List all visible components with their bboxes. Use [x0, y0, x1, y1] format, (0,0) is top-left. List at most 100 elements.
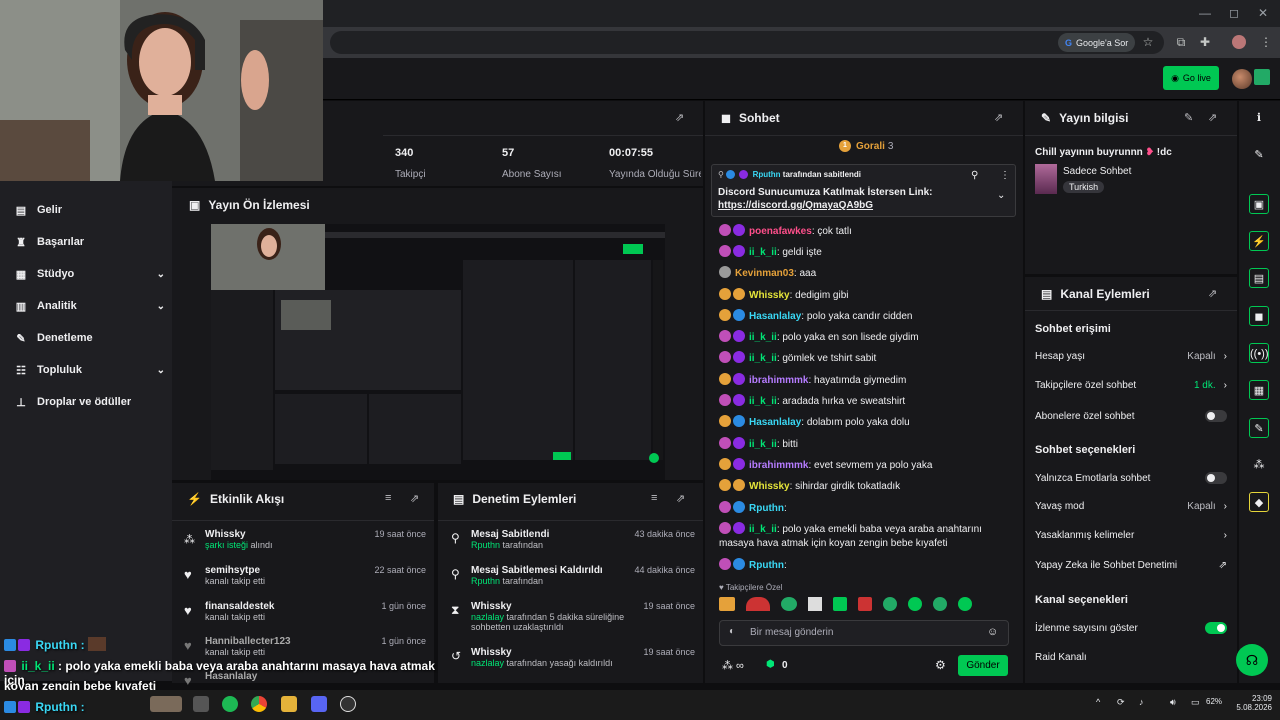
emote-icon[interactable] [908, 597, 922, 611]
stream-tag[interactable]: Turkish [1063, 181, 1105, 193]
moderation-item[interactable]: ↺ Whissky nazlalay tarafından yasağı kal… [438, 645, 703, 677]
chat-message[interactable]: ii_k_ii: polo yaka en son lisede giydim [719, 330, 1009, 345]
address-bar[interactable] [330, 31, 1164, 54]
spotify-icon[interactable] [222, 696, 238, 712]
taskbar-app-icon[interactable] [150, 696, 182, 712]
moderation-item[interactable]: ⚲ Mesaj Sabitlendi Rputhn tarafından 43 … [438, 527, 703, 563]
subs-chat-toggle[interactable] [1205, 410, 1227, 422]
popout-icon[interactable]: ⇗ [410, 492, 419, 505]
chat-username[interactable]: ibrahimmmk [749, 460, 808, 471]
gear-icon[interactable]: ⚙ [935, 658, 946, 672]
chat-message[interactable]: Kevinman03: aaa [719, 266, 1009, 281]
activity-item[interactable]: ♥ semihsytpe kanalı takip etti 22 saat ö… [172, 563, 434, 599]
emote-picker-icon[interactable]: ☺ [987, 626, 998, 638]
chat-username[interactable]: poenafawkes [749, 226, 812, 237]
broadcast-icon[interactable]: ((•)) [1249, 343, 1269, 363]
chat-username[interactable]: ii_k_ii [749, 439, 777, 450]
ai-moderation-setting[interactable]: Yapay Zeka ile Sohbet Denetimi ⇗ [1035, 560, 1227, 571]
info-icon[interactable]: ℹ [1249, 108, 1269, 128]
speaker-icon[interactable]: 🔊︎ [1170, 697, 1176, 708]
google-ask-button[interactable]: G Google'a Sor [1058, 33, 1136, 52]
chat-username[interactable]: ii_k_ii [749, 396, 777, 407]
sidebar-item-analytics[interactable]: ▥ Analitik ⌄ [15, 296, 165, 316]
obs-icon[interactable] [340, 696, 356, 712]
chat-message[interactable]: ii_k_ii: polo yaka emekli baba veya arab… [719, 522, 1009, 551]
filter-icon[interactable]: ≡ [385, 492, 391, 504]
file-explorer-icon[interactable] [281, 696, 297, 712]
more-options-icon[interactable]: ⋮ [1000, 170, 1010, 181]
filter-icon[interactable]: ≡ [651, 492, 657, 504]
activity-item[interactable]: ♥ finansaldestek kanalı takip etti 1 gün… [172, 599, 434, 635]
chat-message[interactable]: poenafawkes: çok tatlı [719, 224, 1009, 239]
chat-icon[interactable]: ◼ [1249, 306, 1269, 326]
help-headset-icon[interactable]: ☊ [1236, 644, 1268, 676]
chat-message[interactable]: ii_k_ii: gömlek ve tshirt sabit [719, 351, 1009, 366]
chat-message[interactable]: ii_k_ii: geldi işte [719, 245, 1009, 260]
send-button[interactable]: Gönder [958, 655, 1008, 676]
chat-message[interactable]: ibrahimmmk: hayatımda giymedim [719, 373, 1009, 388]
sidebar-item-studio[interactable]: ▦ Stüdyo ⌄ [15, 264, 165, 284]
moderation-item[interactable]: ⚲ Mesaj Sabitlemesi Kaldırıldı Rputhn ta… [438, 563, 703, 599]
activity-item[interactable]: ⁂ Whissky şarkı isteği alındı 19 saat ön… [172, 527, 434, 563]
chat-username[interactable]: Whissky [749, 290, 790, 301]
chat-username[interactable]: Hasanlalay [749, 311, 801, 322]
chat-message[interactable]: ii_k_ii: aradada hırka ve sweatshirt [719, 394, 1009, 409]
emote-icon[interactable] [833, 597, 847, 611]
sidebar-item-drops[interactable]: ⊥ Droplar ve ödüller [15, 392, 165, 412]
chevron-down-icon[interactable]: ⌄ [997, 190, 1005, 201]
chat-message[interactable]: ii_k_ii: bitti [719, 437, 1009, 452]
notes-icon[interactable]: ▤ [1249, 268, 1269, 288]
chat-username[interactable]: Rputhn [749, 503, 784, 514]
chat-message[interactable]: Whissky: sihirdar girdik tokatladık [719, 479, 1009, 494]
clip-icon[interactable]: ▣ [1249, 194, 1269, 214]
followers-chat-setting[interactable]: Takipçilere özel sohbet 1 dk. › [1035, 380, 1227, 391]
minimize-icon[interactable]: — [1199, 6, 1211, 20]
channel-points-icon[interactable]: ⁂ ∞ [722, 659, 744, 672]
show-viewers-toggle[interactable] [1205, 622, 1227, 634]
chat-username[interactable]: Whissky [749, 481, 790, 492]
chrome-icon[interactable] [251, 696, 267, 712]
chat-message[interactable]: Hasanlalay: dolabım polo yaka dolu [719, 415, 1009, 430]
browser-menu-icon[interactable]: ⋮ [1258, 34, 1274, 50]
emote-only-toggle[interactable] [1205, 472, 1227, 484]
emote-icon[interactable] [883, 597, 897, 611]
edit-icon[interactable]: ✎ [1184, 111, 1193, 124]
chat-username[interactable]: ii_k_ii [749, 247, 777, 258]
bookmark-star-icon[interactable]: ☆ [1140, 34, 1156, 50]
sidebar-item-moderation[interactable]: ✎ Denetleme [15, 328, 165, 348]
diamond-icon[interactable]: ◆ [1249, 492, 1269, 512]
stream-category[interactable]: Sadece Sohbet [1063, 166, 1131, 177]
stream-preview-video[interactable] [211, 224, 665, 480]
microphone-icon[interactable]: ♪ [1139, 697, 1144, 707]
layout-icon[interactable]: ▦ [1249, 380, 1269, 400]
popout-icon[interactable]: ⇗ [676, 492, 685, 505]
emote-icon[interactable] [746, 597, 770, 611]
chat-username[interactable]: Hasanlalay [749, 417, 801, 428]
taskbar-app-icon[interactable] [193, 696, 209, 712]
go-live-button[interactable]: ◉ Go live [1163, 66, 1219, 90]
lightning-icon[interactable]: ⚡ [1249, 231, 1269, 251]
sidebar-item-community[interactable]: ☷ Topluluk ⌄ [15, 360, 165, 380]
reader-icon[interactable]: ⧉ [1173, 34, 1189, 50]
chat-mode-icon[interactable]: ◐ [729, 626, 735, 637]
chat-message[interactable]: Hasanlalay: polo yaka candır cidden [719, 309, 1009, 324]
popout-icon[interactable]: ⇗ [994, 111, 1003, 124]
unpin-button[interactable]: ⚲ [971, 170, 978, 181]
close-window-icon[interactable]: ✕ [1258, 6, 1268, 20]
chat-username[interactable]: ii_k_ii [749, 524, 777, 535]
tray-chevron-icon[interactable]: ^ [1096, 697, 1100, 707]
profile-avatar[interactable] [1232, 35, 1246, 49]
moderation-item[interactable]: ⧗ Whissky nazlalay tarafından 5 dakika s… [438, 599, 703, 643]
chat-message[interactable]: Whissky: dedigim gibi [719, 288, 1009, 303]
chat-username[interactable]: Kevinman03 [735, 268, 794, 279]
account-age-setting[interactable]: Hesap yaşı Kapalı › [1035, 351, 1227, 362]
maximize-icon[interactable]: ◻ [1229, 6, 1239, 20]
pinned-link[interactable]: https://discord.gg/QmayaQA9bG [718, 200, 873, 211]
raid-channel-action[interactable]: Raid Kanalı [1035, 652, 1227, 663]
clock[interactable]: 23:09 5.08.2026 [1234, 694, 1272, 712]
sidebar-item-revenue[interactable]: ▤ Gelir [15, 200, 165, 220]
tray-app-icon[interactable]: ⟳ [1117, 697, 1125, 708]
channel-points-icon[interactable]: ⁂ [1249, 455, 1269, 475]
chat-message[interactable]: Rputhn: [719, 501, 1009, 516]
top-gifter-leaderboard[interactable]: 1 Gorali 3 [839, 140, 893, 152]
